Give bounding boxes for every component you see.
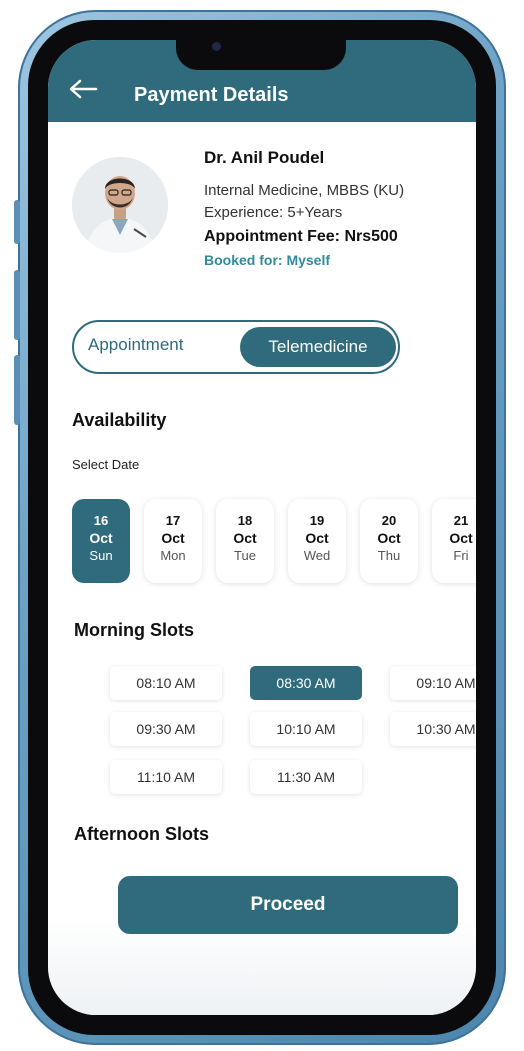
- date-card[interactable]: 21 Oct Fri: [432, 499, 476, 583]
- booked-for: Booked for: Myself: [204, 252, 331, 268]
- doctor-specialty: Internal Medicine, MBBS (KU): [204, 182, 405, 199]
- time-slot[interactable]: 11:10 AM: [110, 760, 222, 794]
- phone-side-button: [14, 270, 20, 340]
- date-card[interactable]: 20 Oct Thu: [360, 499, 418, 583]
- select-date-label: Select Date: [72, 457, 140, 472]
- date-month: Oct: [305, 530, 329, 546]
- doctor-photo-icon: [72, 157, 168, 253]
- date-card[interactable]: 17 Oct Mon: [144, 499, 202, 583]
- date-weekday: Fri: [453, 548, 469, 563]
- doctor-name: Dr. Anil Poudel: [204, 148, 325, 167]
- time-slot[interactable]: 08:30 AM: [250, 666, 362, 700]
- phone-side-button: [14, 355, 20, 425]
- page-title: Payment Details: [134, 84, 289, 106]
- date-month: Oct: [233, 530, 257, 546]
- morning-slots-title: Morning Slots: [74, 620, 194, 640]
- date-weekday: Tue: [234, 548, 256, 563]
- time-slot[interactable]: 11:30 AM: [250, 760, 362, 794]
- bottom-fade: [48, 920, 476, 1015]
- phone-notch: [176, 30, 346, 70]
- date-day: 16: [93, 513, 109, 528]
- app-screen: Payment Details Dr. Anil Poudel Internal…: [48, 40, 476, 1015]
- date-day: 21: [453, 513, 469, 528]
- proceed-button[interactable]: Proceed: [118, 876, 458, 934]
- date-weekday: Mon: [160, 548, 186, 563]
- phone-side-button: [14, 200, 20, 244]
- date-month: Oct: [377, 530, 401, 546]
- arrow-left-icon[interactable]: [68, 78, 98, 100]
- date-picker: 16 Oct Sun 17 Oct Mon 18 Oct Tue 19 Oct …: [72, 499, 476, 585]
- time-slot[interactable]: 10:30 AM: [390, 712, 476, 746]
- date-month: Oct: [449, 530, 473, 546]
- toggle-appointment[interactable]: Appointment: [88, 335, 183, 355]
- time-slot[interactable]: 08:10 AM: [110, 666, 222, 700]
- doctor-experience: Experience: 5+Years: [204, 204, 343, 221]
- camera-icon: [212, 42, 221, 51]
- date-day: 20: [381, 513, 397, 528]
- time-slot[interactable]: 09:10 AM: [390, 666, 476, 700]
- date-day: 18: [237, 513, 253, 528]
- toggle-telemedicine[interactable]: Telemedicine: [240, 327, 396, 367]
- availability-title: Availability: [72, 410, 167, 430]
- date-month: Oct: [89, 530, 113, 546]
- time-slot[interactable]: 09:30 AM: [110, 712, 222, 746]
- appointment-fee: Appointment Fee: Nrs500: [204, 228, 398, 245]
- date-month: Oct: [161, 530, 185, 546]
- date-weekday: Sun: [89, 548, 113, 563]
- time-slot[interactable]: 10:10 AM: [250, 712, 362, 746]
- date-weekday: Wed: [303, 548, 331, 563]
- date-day: 19: [309, 513, 325, 528]
- date-card[interactable]: 19 Oct Wed: [288, 499, 346, 583]
- afternoon-slots-title: Afternoon Slots: [74, 824, 209, 844]
- date-card[interactable]: 18 Oct Tue: [216, 499, 274, 583]
- date-card[interactable]: 16 Oct Sun: [72, 499, 130, 583]
- mode-toggle: Appointment Telemedicine: [72, 320, 400, 374]
- date-weekday: Thu: [377, 548, 401, 563]
- date-day: 17: [165, 513, 181, 528]
- doctor-avatar: [72, 157, 168, 253]
